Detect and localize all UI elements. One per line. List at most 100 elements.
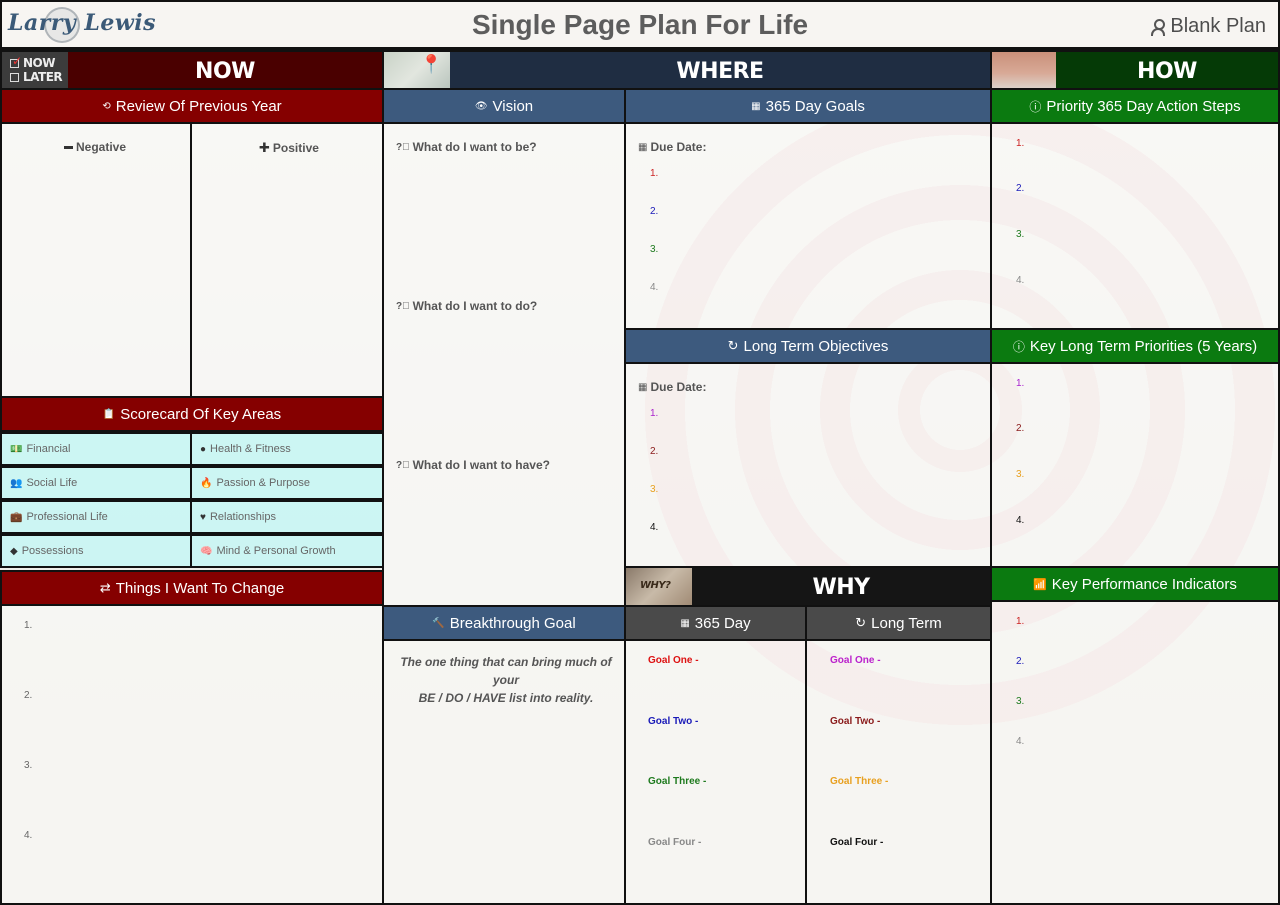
person-icon (1151, 18, 1166, 36)
kpi-header: 📶 Key Performance Indicators (990, 566, 1280, 602)
scorecard-possessions[interactable]: ◆ Possessions (0, 534, 192, 568)
key-long-term-panel[interactable]: 1. 2. 3. 4. (990, 362, 1280, 568)
key-long-term-item-3: 3. (1016, 469, 1025, 480)
calendar-icon: ▦ (751, 100, 761, 112)
priority-365-panel[interactable]: 1. 2. 3. 4. (990, 122, 1280, 330)
plan-page: Larry Lewis Single Page Plan For Life Bl… (0, 0, 1280, 905)
breakthrough-header: 🔨 Breakthrough Goal (382, 605, 626, 641)
plus-icon: ✚ (259, 140, 270, 155)
now-later-toggle[interactable]: NOW LATER (2, 52, 68, 90)
pushpin-icon: 📍 (420, 54, 442, 75)
now-title: NOW (195, 58, 255, 84)
where-title: WHERE (676, 58, 764, 84)
scorecard-financial[interactable]: 💵 Financial (0, 432, 192, 466)
key-long-term-item-1: 1. (1016, 378, 1025, 389)
long-term-due-date: ▦ Due Date: (638, 380, 707, 394)
question-circle-icon: ?⃝ (396, 300, 410, 312)
chart-icon: 📶 (1033, 578, 1047, 591)
refresh-icon: ↻ (727, 338, 739, 353)
long-term-header: ↻ Long Term Objectives (624, 328, 992, 364)
goals-365-panel[interactable]: ▦ Due Date: 1. 2. 3. 4. (624, 122, 992, 330)
question-circle-icon: ?⃝ (396, 141, 410, 153)
why-365-goal-3: Goal Three - (648, 776, 707, 787)
history-icon: ⟲ (102, 100, 111, 112)
scorecard-health[interactable]: ● Health & Fitness (190, 432, 384, 466)
why-sand-text: WHY? (640, 580, 671, 591)
scorecard-title: Scorecard Of Key Areas (120, 405, 282, 423)
page-title: Single Page Plan For Life (471, 9, 809, 40)
priority-365-item-1: 1. (1016, 138, 1025, 149)
vision-question-do: ?⃝ What do I want to do? (396, 299, 538, 313)
review-title: Review Of Previous Year (115, 97, 282, 115)
calendar-icon: ▦ (680, 617, 690, 629)
priority-365-header: ⓘ Priority 365 Day Action Steps (990, 88, 1280, 124)
why-thumbnail: WHY? (626, 568, 692, 606)
priority-365-title: Priority 365 Day Action Steps (1046, 97, 1241, 115)
kpi-item-1: 1. (1016, 616, 1025, 627)
calendar-icon: ▦ (638, 141, 648, 153)
change-header: ⇄ Things I Want To Change (0, 570, 384, 606)
now-banner: NOW LATER NOW (0, 50, 384, 92)
plan-name-label: Blank Plan (1170, 15, 1266, 37)
why-long-term-header: ↻ Long Term (805, 605, 992, 641)
vision-header: 👁 Vision (382, 88, 626, 124)
checkbox-empty-icon (10, 73, 19, 82)
goals-365-due-date: ▦ Due Date: (638, 140, 707, 154)
scorecard-relationships[interactable]: ♥ Relationships (190, 500, 384, 534)
now-option[interactable]: NOW (10, 54, 68, 70)
plan-name-button[interactable]: Blank Plan (1151, 15, 1266, 38)
question-circle-icon: ?⃝ (396, 459, 410, 471)
change-item-1: 1. (24, 620, 33, 631)
exclamation-circle-icon: ⓘ (1012, 339, 1025, 354)
title-bar: Larry Lewis Single Page Plan For Life Bl… (0, 0, 1280, 50)
key-long-term-item-4: 4. (1016, 515, 1025, 526)
minus-icon (64, 145, 73, 149)
where-banner: 📍 WHERE (382, 50, 992, 92)
refresh-icon: ↻ (855, 615, 867, 630)
why-365-goal-4: Goal Four - (648, 837, 702, 848)
positive-panel[interactable]: ✚ Positive (190, 122, 384, 398)
scorecard-social[interactable]: 👥 Social Life (0, 466, 192, 500)
briefcase-icon: 💼 (10, 511, 23, 523)
why-long-term-panel[interactable]: Goal One - Goal Two - Goal Three - Goal … (805, 639, 992, 905)
vision-title: Vision (492, 97, 534, 115)
key-long-term-item-2: 2. (1016, 423, 1025, 434)
how-banner: HOW (990, 50, 1280, 92)
goals-365-item-1: 1. (650, 168, 659, 179)
positive-label: ✚ Positive (259, 140, 319, 155)
calendar-icon: ▦ (638, 381, 648, 393)
why-365-goal-1: Goal One - (648, 655, 699, 666)
why-banner: WHY? WHY (624, 566, 992, 608)
why-title: WHY (812, 574, 870, 600)
long-term-item-4: 4. (650, 522, 659, 533)
change-item-4: 4. (24, 830, 33, 841)
checkbox-checked-icon (10, 54, 22, 68)
how-thumbnail (992, 52, 1056, 90)
heart-icon: ♥ (200, 511, 206, 523)
why-long-term-goal-1: Goal One - (830, 655, 881, 666)
negative-panel[interactable]: Negative (0, 122, 192, 398)
scorecard-professional[interactable]: 💼 Professional Life (0, 500, 192, 534)
scorecard-mind[interactable]: 🧠 Mind & Personal Growth (190, 534, 384, 568)
scorecard-passion[interactable]: 🔥 Passion & Purpose (190, 466, 384, 500)
kpi-panel[interactable]: 1. 2. 3. 4. (990, 600, 1280, 905)
kpi-title: Key Performance Indicators (1051, 575, 1237, 593)
clipboard-icon: 📋 (102, 408, 116, 420)
long-term-item-1: 1. (650, 408, 659, 419)
later-option[interactable]: LATER (10, 70, 68, 84)
vision-panel[interactable]: ?⃝ What do I want to be? ?⃝ What do I want… (382, 122, 626, 607)
exchange-icon: ⇄ (99, 580, 111, 595)
diamond-icon: ◆ (10, 545, 18, 557)
change-panel[interactable]: 1. 2. 3. 4. (0, 604, 384, 905)
money-icon: 💵 (10, 443, 23, 455)
gavel-icon: 🔨 (432, 617, 445, 629)
key-long-term-header: ⓘ Key Long Term Priorities (5 Years) (990, 328, 1280, 364)
key-long-term-title: Key Long Term Priorities (5 Years) (1029, 337, 1258, 355)
goals-365-item-4: 4. (650, 282, 659, 293)
change-item-2: 2. (24, 690, 33, 701)
priority-365-item-4: 4. (1016, 275, 1025, 286)
fire-icon: 🔥 (200, 477, 213, 489)
long-term-panel[interactable]: ▦ Due Date: 1. 2. 3. 4. (624, 362, 992, 568)
why-365-panel[interactable]: Goal One - Goal Two - Goal Three - Goal … (624, 639, 807, 905)
apple-icon: ● (200, 443, 207, 455)
